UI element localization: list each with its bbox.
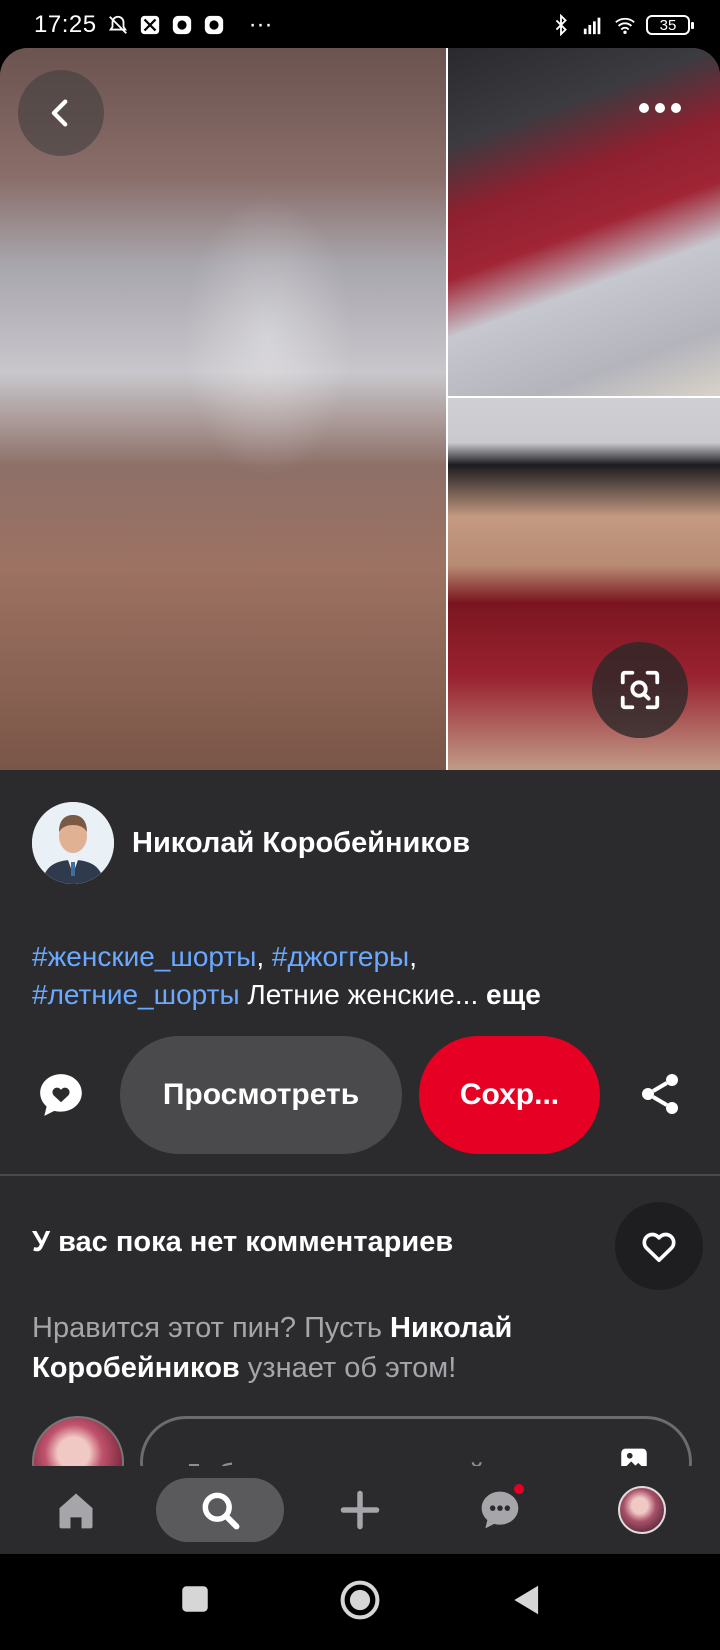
image-attach-icon[interactable]	[617, 1443, 651, 1466]
separator: ,	[409, 941, 417, 972]
comment-heart-icon[interactable]	[36, 1070, 86, 1120]
section-divider	[0, 1174, 720, 1176]
bluetooth-icon	[555, 14, 567, 36]
hashtag-link[interactable]: #летние_шорты	[32, 979, 240, 1010]
status-bar: 17:25 ··· 35	[0, 0, 720, 50]
plus-icon	[340, 1490, 380, 1530]
system-navigation-bar	[0, 1554, 720, 1650]
hashtag-link[interactable]: #женские_шорты	[32, 941, 256, 972]
visual-search-icon	[620, 670, 660, 710]
notification-dot	[512, 1482, 526, 1496]
hashtag-link[interactable]: #джоггеры	[272, 941, 409, 972]
comments-empty-title: У вас пока нет комментариев	[32, 1226, 454, 1258]
nav-messages[interactable]	[468, 1466, 532, 1554]
app-notification-icon	[140, 15, 159, 35]
visual-search-button[interactable]	[592, 642, 688, 738]
user-avatar	[32, 1416, 124, 1466]
pin-details-panel: Николай Коробейников #женские_шорты, #дж…	[0, 770, 720, 1466]
like-button[interactable]	[615, 1202, 703, 1290]
profile-avatar	[618, 1486, 666, 1534]
heart-icon	[642, 1232, 676, 1262]
author-avatar[interactable]	[32, 802, 114, 884]
comment-input[interactable]: Добавьте комментарий	[140, 1416, 692, 1466]
app-notification-icon	[204, 15, 223, 35]
more-notifications-icon: ···	[248, 11, 273, 38]
nav-home[interactable]	[44, 1466, 108, 1554]
back-triangle-icon[interactable]	[508, 1580, 546, 1620]
bottom-navigation	[0, 1466, 720, 1554]
signal-icon	[583, 17, 601, 35]
person-avatar-icon	[32, 802, 114, 884]
recent-apps-icon[interactable]	[178, 1582, 212, 1616]
home-icon	[59, 1493, 93, 1529]
pin-photo-main	[0, 48, 446, 770]
wifi-icon	[615, 17, 635, 34]
image-divider	[446, 48, 448, 770]
action-bar: Просмотреть Сохр...	[0, 1034, 720, 1156]
save-button[interactable]: Сохр...	[419, 1036, 600, 1154]
bell-off-icon	[108, 15, 127, 34]
image-divider	[448, 396, 720, 398]
author-name[interactable]: Николай Коробейников	[132, 827, 470, 860]
chevron-left-icon	[51, 99, 68, 127]
comment-placeholder: Добавьте комментарий	[183, 1458, 485, 1466]
battery-indicator: 35	[646, 15, 694, 35]
pin-description: #женские_шорты, #джоггеры, #летние_шорты…	[32, 938, 692, 1014]
invite-prefix: Нравится этот пин? Пусть	[32, 1312, 391, 1344]
comment-composer: Добавьте комментарий	[32, 1416, 692, 1466]
status-time: 17:25	[34, 11, 97, 38]
show-more-link[interactable]: еще	[478, 979, 541, 1010]
comments-invite-text: Нравится этот пин? Пусть Николай Коробей…	[32, 1308, 652, 1388]
nav-create[interactable]	[328, 1466, 392, 1554]
share-icon[interactable]	[636, 1070, 684, 1118]
author-row[interactable]: Николай Коробейников	[32, 802, 470, 884]
description-text: Летние женские...	[239, 979, 479, 1010]
more-horizontal-icon	[639, 103, 681, 113]
home-circle-icon[interactable]	[338, 1578, 382, 1622]
back-button[interactable]	[18, 70, 104, 156]
nav-profile[interactable]	[610, 1466, 674, 1554]
view-button[interactable]: Просмотреть	[120, 1036, 402, 1154]
invite-suffix: узнает об этом!	[239, 1352, 457, 1384]
app-notification-icon	[172, 15, 191, 35]
nav-search[interactable]	[156, 1478, 284, 1542]
pin-image[interactable]	[0, 48, 720, 770]
search-icon	[202, 1492, 240, 1530]
separator: ,	[256, 941, 272, 972]
more-options-button[interactable]	[630, 88, 690, 128]
